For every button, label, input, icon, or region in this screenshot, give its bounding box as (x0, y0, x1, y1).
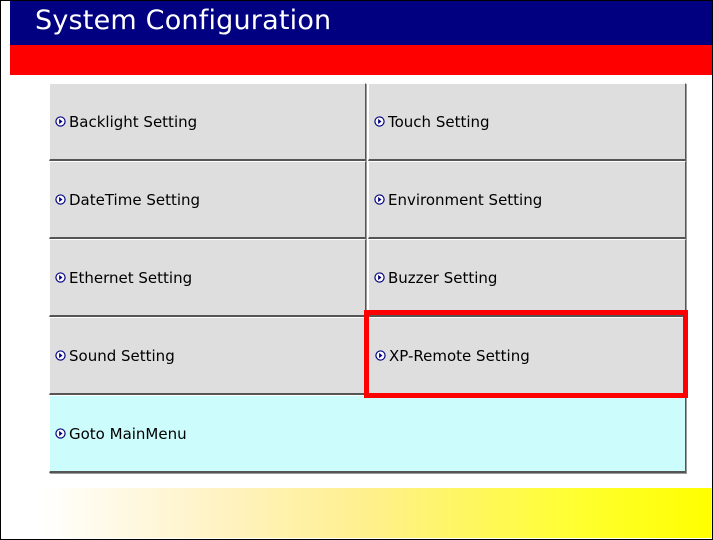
circle-arrow-right-icon (55, 428, 66, 439)
goto-main-menu-button[interactable]: Goto MainMenu (49, 395, 686, 473)
circle-arrow-right-icon (55, 350, 66, 361)
datetime-setting-button[interactable]: DateTime Setting (49, 161, 366, 239)
footer-gradient-bar (38, 488, 711, 538)
button-label: Buzzer Setting (388, 268, 498, 287)
circle-arrow-right-icon (374, 272, 385, 283)
circle-arrow-right-icon (55, 272, 66, 283)
button-label: Goto MainMenu (69, 424, 187, 443)
circle-arrow-right-icon (375, 350, 386, 361)
circle-arrow-right-icon (55, 116, 66, 127)
page-title: System Configuration (35, 5, 332, 36)
button-label: Touch Setting (388, 112, 490, 131)
buzzer-setting-button[interactable]: Buzzer Setting (368, 239, 686, 317)
title-bar: System Configuration (10, 1, 712, 45)
sound-setting-button[interactable]: Sound Setting (49, 317, 366, 395)
button-label: DateTime Setting (69, 190, 201, 209)
button-label: XP-Remote Setting (389, 346, 530, 365)
touch-setting-button[interactable]: Touch Setting (368, 83, 686, 161)
button-label: Ethernet Setting (69, 268, 193, 287)
button-label: Backlight Setting (69, 112, 198, 131)
button-label: Environment Setting (388, 190, 543, 209)
backlight-setting-button[interactable]: Backlight Setting (49, 83, 366, 161)
accent-bar (10, 45, 712, 75)
circle-arrow-right-icon (374, 116, 385, 127)
environment-setting-button[interactable]: Environment Setting (368, 161, 686, 239)
xp-remote-setting-button[interactable]: XP-Remote Setting (368, 317, 686, 395)
ethernet-setting-button[interactable]: Ethernet Setting (49, 239, 366, 317)
circle-arrow-right-icon (55, 194, 66, 205)
circle-arrow-right-icon (374, 194, 385, 205)
button-label: Sound Setting (69, 346, 175, 365)
